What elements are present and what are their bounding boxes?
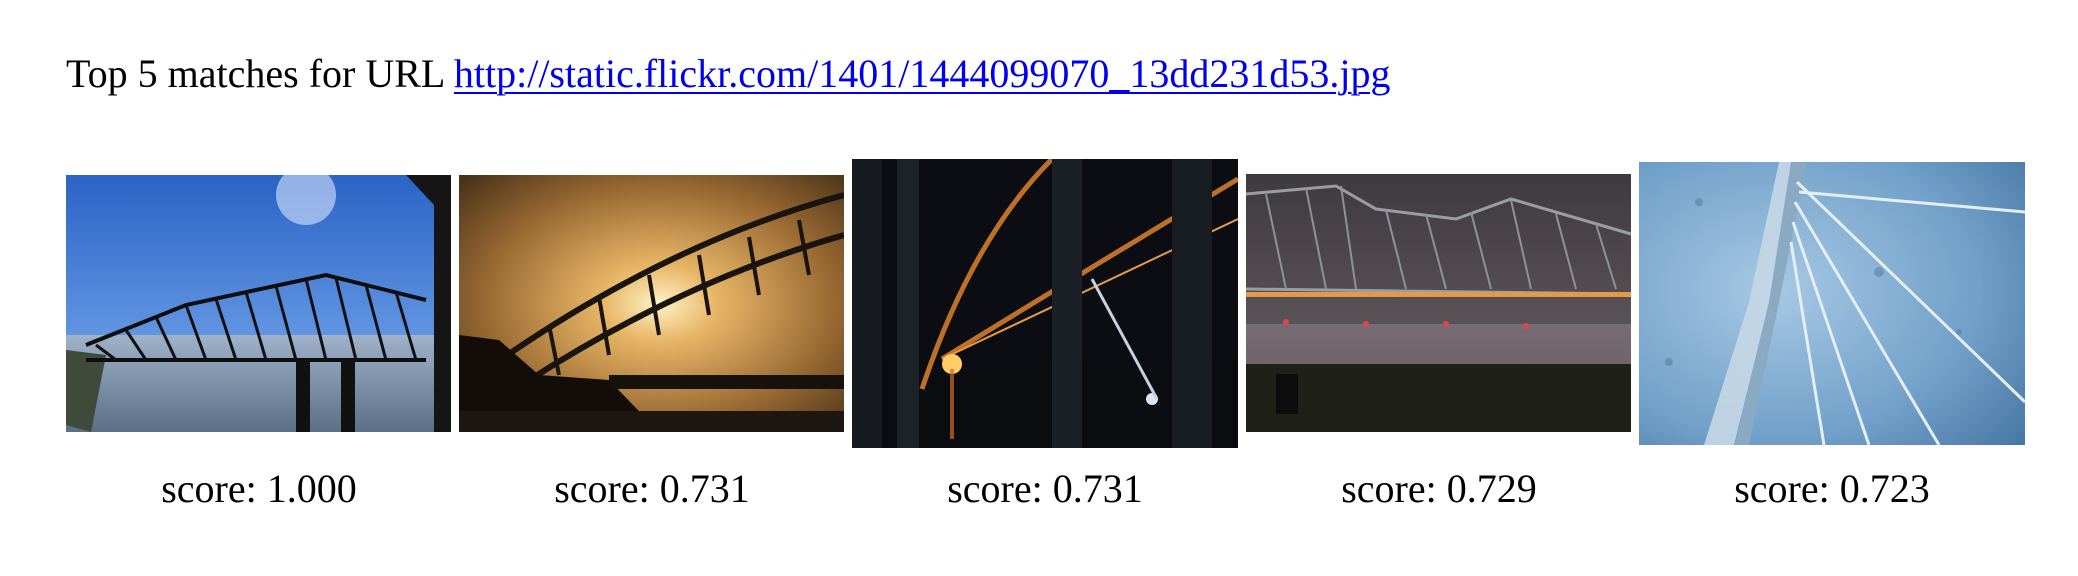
result-image-2[interactable] <box>459 175 844 432</box>
page-heading: Top 5 matches for URL http://static.flic… <box>66 48 1390 100</box>
result-image-1[interactable] <box>66 175 451 432</box>
result-image-5[interactable] <box>1639 162 2025 445</box>
query-url-link[interactable]: http://static.flickr.com/1401/1444099070… <box>454 51 1391 96</box>
result-image-3[interactable] <box>852 159 1238 448</box>
score-label-2: score: 0.731 <box>554 466 750 511</box>
score-label-1: score: 1.000 <box>161 466 357 511</box>
score-label-4: score: 0.729 <box>1341 466 1537 511</box>
score-label-3: score: 0.731 <box>947 466 1143 511</box>
result-image-4[interactable] <box>1246 174 1631 432</box>
heading-prefix: Top 5 matches for URL <box>66 51 444 96</box>
score-label-5: score: 0.723 <box>1734 466 1930 511</box>
